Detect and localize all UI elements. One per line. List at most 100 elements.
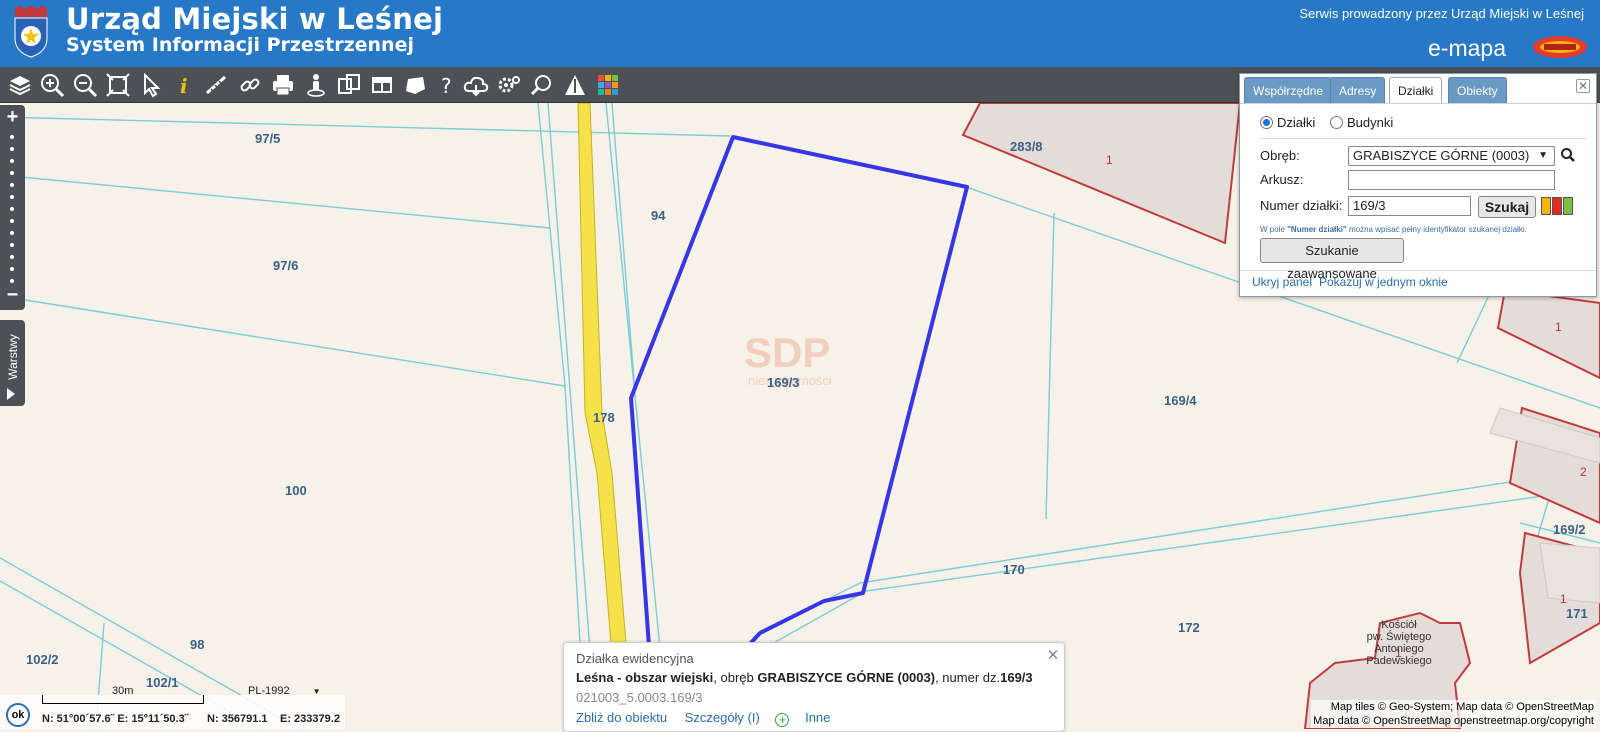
tab-dzialki[interactable]: Działki <box>1389 77 1443 103</box>
zoom-level-dot[interactable] <box>10 243 14 247</box>
compare-icon[interactable] <box>335 71 363 99</box>
search-icon[interactable] <box>1560 147 1576 163</box>
help-icon[interactable]: ? <box>434 71 462 99</box>
zoom-level-dot[interactable] <box>10 231 14 235</box>
close-panel-icon[interactable]: ✕ <box>1576 79 1590 93</box>
church-label-line: Padewskiego <box>1366 655 1432 667</box>
building-label: 1 <box>1555 320 1562 334</box>
shape-icon[interactable] <box>401 71 429 99</box>
link-icon[interactable] <box>236 71 264 99</box>
parcel-label[interactable]: 97/5 <box>255 131 280 146</box>
popup-links: Zbliż do obiektu Szczegóły (I) + Inne <box>576 710 830 727</box>
advanced-search-button[interactable]: Szukanie zaawansowane <box>1260 238 1404 281</box>
zoom-level-dot[interactable] <box>10 195 14 199</box>
zoom-level-dot[interactable] <box>10 135 14 139</box>
parcel-label[interactable]: 102/1 <box>146 675 179 690</box>
popup-description: Leśna - obszar wiejski, obręb GRABISZYCE… <box>576 670 1033 685</box>
popup-obreb: GRABISZYCE GÓRNE (0003) <box>757 670 936 685</box>
search-panel-body: Działki Budynki Obręb: GRABISZYCE GÓRNE … <box>1240 103 1596 289</box>
zoom-in-icon[interactable] <box>38 71 66 99</box>
add-circle-icon[interactable]: + <box>775 713 790 727</box>
header-title: Urząd Miejski w Leśnej <box>66 2 444 36</box>
parcel-label[interactable]: 98 <box>190 637 204 652</box>
numer-dzialki-input[interactable]: 169/3 <box>1348 196 1471 216</box>
zoom-level-dot[interactable] <box>10 183 14 187</box>
coordinate-n: N: 356791.1 <box>207 713 268 725</box>
parcel-label[interactable]: 94 <box>651 208 665 223</box>
other-link[interactable]: Inne <box>805 710 830 725</box>
zoom-level-dot[interactable] <box>10 147 14 151</box>
parcel-label[interactable]: 169/2 <box>1553 522 1586 537</box>
crs-select[interactable]: PL-1992 ▼ <box>248 685 321 697</box>
color-marker-red[interactable] <box>1552 197 1562 215</box>
search-button[interactable]: Szukaj <box>1478 196 1536 218</box>
parcel-label[interactable]: 283/8 <box>1010 139 1043 154</box>
popup-identifier: 021003_5.0003.169/3 <box>576 690 703 705</box>
building-label: 1 <box>1106 153 1113 167</box>
street-view-icon[interactable] <box>302 71 330 99</box>
details-link[interactable]: Szczegóły (I) <box>685 710 760 725</box>
attribution-line: Map data © OpenStreetMap openstreetmap.o… <box>1313 715 1594 727</box>
settings-icon[interactable] <box>495 71 523 99</box>
obreb-select-value: GRABISZYCE GÓRNE (0003) <box>1353 148 1530 163</box>
parcel-label[interactable]: 97/6 <box>273 258 298 273</box>
zoom-level-dot[interactable] <box>10 171 14 175</box>
emapa-brand[interactable]: e-mapa <box>1428 32 1588 62</box>
popup-title: Działka ewidencyjna <box>576 651 694 666</box>
color-marker-yellow[interactable] <box>1541 197 1551 215</box>
popup-text: , numer dz. <box>935 670 1001 685</box>
radio-dzialki[interactable] <box>1260 116 1273 129</box>
zoom-to-object-link[interactable]: Zbliż do obiektu <box>576 710 667 725</box>
one-window-link[interactable]: Pokazuj w jednym oknie <box>1319 275 1448 289</box>
tab-adresy[interactable]: Adresy <box>1330 77 1386 103</box>
cloud-icon[interactable] <box>462 71 490 99</box>
parcel-label[interactable]: 170 <box>1003 562 1025 577</box>
zoom-extent-icon[interactable] <box>104 71 132 99</box>
obreb-select[interactable]: GRABISZYCE GÓRNE (0003) ▼ <box>1348 146 1555 166</box>
zoom-slider[interactable]: + − <box>0 105 25 310</box>
church-label: Kościół pw. Świętego Antoniego Padewskie… <box>1354 619 1444 667</box>
layout-icon[interactable] <box>368 71 396 99</box>
zoom-level-dot[interactable] <box>10 207 14 211</box>
info-icon[interactable]: i <box>170 71 198 99</box>
triangle-icon[interactable] <box>561 71 589 99</box>
hide-panel-link[interactable]: Ukryj panel <box>1252 275 1312 289</box>
zoom-plus-icon[interactable]: + <box>0 107 25 127</box>
color-grid-icon[interactable] <box>594 71 622 99</box>
hint-text: można wpisać pełny identyfikator szukane… <box>1346 225 1527 234</box>
emapa-brand-text: e-mapa <box>1428 35 1506 61</box>
pointer-icon[interactable] <box>137 71 165 99</box>
scale-label: 30m <box>112 685 134 697</box>
zoom-level-dot[interactable] <box>10 219 14 223</box>
close-popup-icon[interactable]: ✕ <box>1046 648 1060 664</box>
layers-panel-toggle[interactable]: Warstwy <box>0 320 25 406</box>
arkusz-input[interactable] <box>1348 170 1555 190</box>
tab-wspolrzedne[interactable]: Współrzędne <box>1244 77 1333 103</box>
radio-budynki[interactable] <box>1330 116 1343 129</box>
popup-text: , obręb <box>713 670 758 685</box>
tab-obiekty[interactable]: Obiekty <box>1448 77 1507 103</box>
attribution-line: Map tiles © Geo-System; Map data © OpenS… <box>1330 701 1594 713</box>
zoom-level-dot[interactable] <box>10 267 14 271</box>
color-marker-green[interactable] <box>1563 197 1573 215</box>
parcel-label[interactable]: 172 <box>1178 620 1200 635</box>
zoom-level-dot[interactable] <box>10 279 14 283</box>
svg-text:i: i <box>180 74 188 98</box>
parcel-label[interactable]: 169/3 <box>767 375 800 390</box>
layers-icon[interactable] <box>6 71 34 99</box>
parcel-label[interactable]: 178 <box>593 410 615 425</box>
service-provider-text: Serwis prowadzony przez Urząd Miejski w … <box>1299 6 1584 21</box>
parcel-label[interactable]: 102/2 <box>26 652 59 667</box>
parcel-label[interactable]: 171 <box>1566 606 1588 621</box>
ok-button[interactable]: ok <box>6 703 30 727</box>
zoom-level-dot[interactable] <box>10 159 14 163</box>
search-map-icon[interactable] <box>528 71 556 99</box>
zoom-level-dot[interactable] <box>10 255 14 259</box>
parcel-label[interactable]: 100 <box>285 483 307 498</box>
radio-dzialki-label: Działki <box>1277 115 1316 130</box>
measure-icon[interactable] <box>203 71 231 99</box>
parcel-label[interactable]: 169/4 <box>1164 393 1197 408</box>
zoom-out-icon[interactable] <box>71 71 99 99</box>
print-icon[interactable] <box>269 71 297 99</box>
zoom-minus-icon[interactable]: − <box>0 285 25 305</box>
